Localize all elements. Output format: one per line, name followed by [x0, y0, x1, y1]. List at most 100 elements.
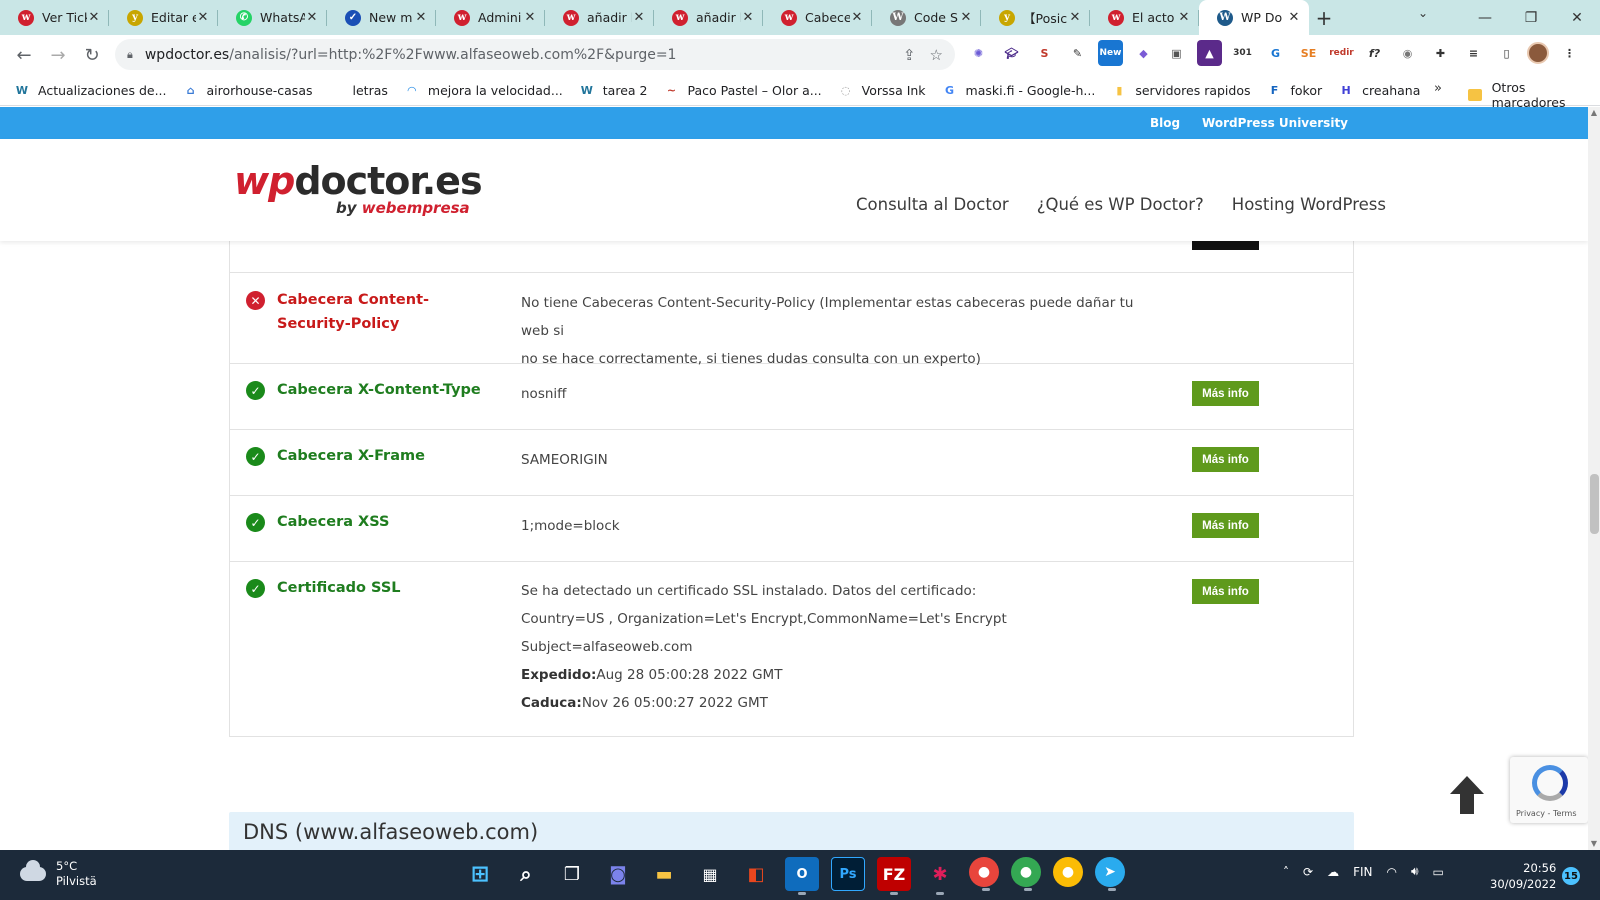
tab-close-icon[interactable]: ✕ — [523, 10, 537, 25]
telegram-icon[interactable]: ➤ — [1095, 857, 1125, 891]
mas-info-button[interactable]: Más info — [1192, 381, 1259, 406]
browser-tab[interactable]: W Code S ✕ — [872, 0, 981, 35]
mas-info-button[interactable]: Más info — [1192, 513, 1259, 538]
topbar-link-blog[interactable]: Blog — [1150, 116, 1180, 130]
back-button[interactable]: ← — [8, 39, 40, 71]
share-icon[interactable]: ⇪ — [903, 46, 916, 64]
tab-close-icon[interactable]: ✕ — [305, 10, 319, 25]
extension-icon[interactable]: 301 — [1230, 40, 1255, 66]
browser-tab[interactable]: w El acto ✕ — [1090, 0, 1199, 35]
task-view-icon[interactable]: ❐ — [555, 857, 589, 891]
tab-close-icon[interactable]: ✕ — [1177, 10, 1191, 25]
nav-que-es-wp-doctor[interactable]: ¿Qué es WP Doctor? — [1037, 195, 1204, 214]
tab-close-icon[interactable]: ✕ — [1068, 10, 1082, 25]
tab-close-icon[interactable]: ✕ — [959, 10, 973, 25]
filezilla-icon[interactable]: FZ — [877, 857, 911, 895]
tab-close-icon[interactable]: ✕ — [196, 10, 210, 25]
tab-close-icon[interactable]: ✕ — [850, 10, 864, 25]
bookmark-item[interactable]: ◌ Vorssa Ink — [838, 82, 926, 98]
chrome-active-icon[interactable]: ● — [1053, 857, 1083, 887]
forward-button[interactable]: → — [42, 39, 74, 71]
wifi-icon[interactable]: ◠ — [1386, 865, 1396, 879]
language-indicator[interactable]: FIN — [1353, 865, 1372, 879]
extension-icon[interactable]: redir — [1329, 40, 1354, 66]
browser-tab[interactable]: ✓ New m ✕ — [327, 0, 436, 35]
extension-icon[interactable]: S — [1032, 40, 1057, 66]
mas-info-button[interactable]: Más info — [1192, 579, 1259, 604]
bookmark-star-icon[interactable]: ☆ — [930, 46, 943, 64]
extension-icon[interactable]: ✎ — [1065, 40, 1090, 66]
extension-icon[interactable]: G — [1263, 40, 1288, 66]
extension-icon[interactable]: 🎓︎ — [999, 40, 1024, 66]
chrome-icon[interactable]: ● — [969, 857, 999, 891]
other-bookmarks-folder[interactable]: Otros marcadores — [1468, 80, 1600, 110]
browser-tab[interactable]: ✆ WhatsA ✕ — [218, 0, 327, 35]
tab-close-icon[interactable]: ✕ — [87, 10, 101, 25]
tab-close-icon[interactable]: ✕ — [632, 10, 646, 25]
outlook-icon[interactable]: O — [785, 857, 819, 895]
bookmark-item[interactable]: ⌂ airorhouse-casas — [183, 82, 313, 98]
browser-tab[interactable]: w añadir l ✕ — [545, 0, 654, 35]
browser-tab[interactable]: w Cabece ✕ — [763, 0, 872, 35]
media-queue-icon[interactable]: ≡ — [1461, 40, 1486, 66]
tray-overflow-chevron-icon[interactable]: ˄ — [1283, 865, 1289, 879]
extension-icon[interactable]: SE — [1296, 40, 1321, 66]
tab-close-icon[interactable]: ✕ — [1287, 10, 1301, 25]
browser-tab[interactable]: w Admini ✕ — [436, 0, 545, 35]
taskbar-clock[interactable]: 20:56 30/09/2022 — [1490, 860, 1556, 892]
browser-tab[interactable]: w Ver Tick ✕ — [0, 0, 109, 35]
browser-tab-active[interactable]: W WP Do ✕ — [1199, 0, 1309, 35]
chrome-profile-icon[interactable]: ● — [1011, 857, 1041, 891]
bookmark-item[interactable]: Hcreahana — [1338, 82, 1421, 98]
office-icon[interactable]: ◧ — [739, 857, 773, 891]
battery-icon[interactable]: ▭ — [1433, 865, 1444, 879]
site-logo[interactable]: wpdoctor.es by webempresa — [234, 161, 483, 217]
bookmark-item[interactable]: ~ Paco Pastel – Olor a... — [663, 82, 822, 98]
lock-icon[interactable]: 🔒︎ — [127, 48, 133, 62]
store-icon[interactable]: ▦ — [693, 857, 727, 891]
bookmark-item[interactable]: ▮ servidores rapidos — [1111, 82, 1250, 98]
minimize-button[interactable]: — — [1462, 0, 1508, 35]
tab-search-icon[interactable]: ⌄ — [1418, 6, 1428, 20]
scrollbar-thumb[interactable] — [1590, 474, 1599, 534]
search-icon[interactable]: ⌕ — [509, 857, 543, 891]
photoshop-icon[interactable]: Ps — [831, 857, 865, 891]
start-windows-icon[interactable]: ⊞ — [463, 857, 497, 891]
extension-icon[interactable]: ✺ — [966, 40, 991, 66]
browser-tab[interactable]: w añadir l ✕ — [654, 0, 763, 35]
nav-consulta-doctor[interactable]: Consulta al Doctor — [856, 195, 1009, 214]
url-text[interactable]: wpdoctor.es/analisis/?url=http:%2F%2Fwww… — [145, 47, 889, 63]
extension-icon[interactable]: ▣ — [1164, 40, 1189, 66]
extension-icon[interactable]: ◆ — [1131, 40, 1156, 66]
bookmark-item[interactable]: ◠ mejora la velocidad... — [404, 82, 563, 98]
bookmark-item[interactable]: Wtarea 2 — [579, 82, 648, 98]
page-scrollbar[interactable]: ▲ ▼ — [1588, 107, 1600, 850]
profile-avatar[interactable] — [1527, 42, 1549, 64]
bookmarks-overflow-button[interactable]: » — [1434, 81, 1442, 96]
menu-kebab-icon[interactable]: ⋮ — [1557, 40, 1582, 66]
new-tab-button[interactable]: + — [1309, 0, 1339, 35]
maximize-button[interactable]: ❐ — [1508, 0, 1554, 35]
close-window-button[interactable]: ✕ — [1554, 0, 1600, 35]
browser-tab[interactable]: y 【Posici ✕ — [981, 0, 1090, 35]
bookmark-item[interactable]: Gmaski.fi - Google-h... — [942, 82, 1095, 98]
onedrive-cloud-icon[interactable]: ☁ — [1327, 865, 1339, 879]
mas-info-button[interactable]: Más info — [1192, 447, 1259, 472]
extension-icon[interactable]: New — [1098, 40, 1123, 66]
bookmark-item[interactable]: Ffokor — [1267, 82, 1322, 98]
weather-widget[interactable]: 5°C Pilvistä — [20, 859, 97, 889]
tab-close-icon[interactable]: ✕ — [414, 10, 428, 25]
bookmark-item[interactable]: letras — [329, 82, 388, 98]
extension-icon[interactable]: ▲ — [1197, 40, 1222, 66]
extension-icon[interactable]: f? — [1362, 40, 1387, 66]
chat-teams-icon[interactable]: ◙ — [601, 857, 635, 891]
extensions-puzzle-icon[interactable]: ✚ — [1428, 40, 1453, 66]
scroll-up-arrow-icon[interactable]: ▲ — [1588, 107, 1600, 119]
camera-icon[interactable]: ◉ — [1395, 40, 1420, 66]
sync-icon[interactable]: ⟳ — [1303, 865, 1313, 879]
scroll-to-top-arrow-icon[interactable] — [1444, 772, 1490, 818]
recaptcha-badge[interactable]: Privacy - Terms — [1510, 757, 1588, 823]
scroll-down-arrow-icon[interactable]: ▼ — [1588, 838, 1600, 850]
volume-icon[interactable]: 🔊︎ — [1411, 864, 1419, 879]
bookmark-item[interactable]: W Actualizaciones de... — [14, 82, 167, 98]
